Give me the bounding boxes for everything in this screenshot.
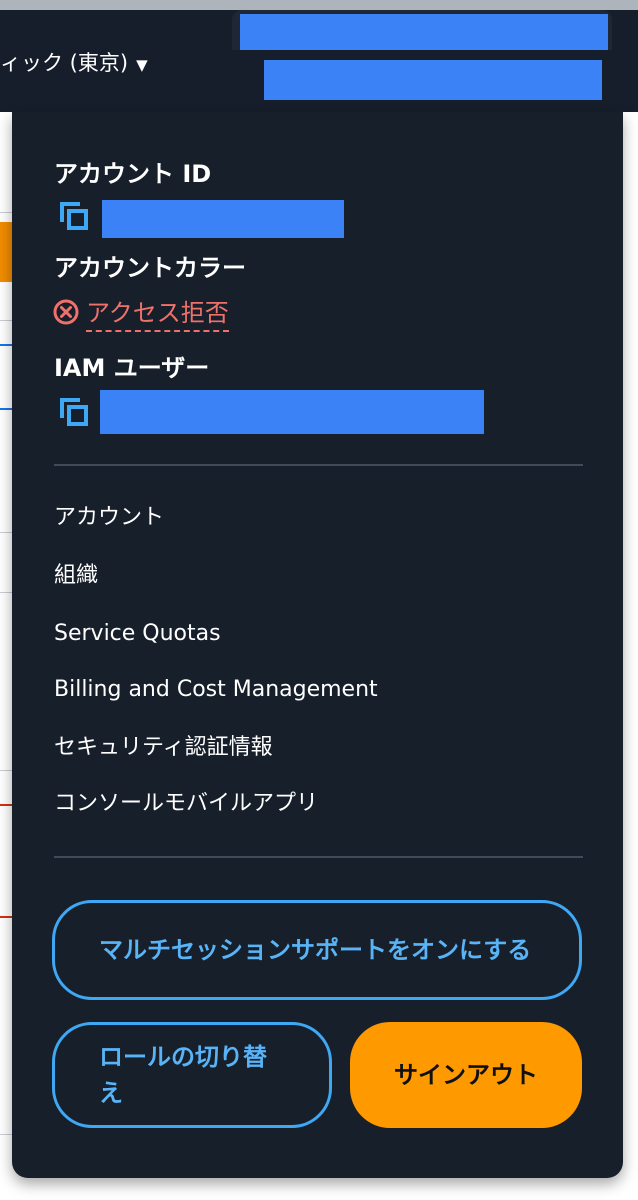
redacted-account-detail: [264, 60, 602, 100]
browser-edge: [0, 0, 638, 10]
page-divider: [0, 592, 12, 593]
redacted-iam-user: [100, 390, 484, 434]
access-denied-status: アクセス拒否: [52, 293, 229, 332]
menu-divider: [54, 856, 583, 858]
page-divider: [0, 770, 12, 771]
multi-session-button[interactable]: マルチセッションサポートをオンにする: [52, 900, 582, 1000]
page-divider: [0, 212, 12, 213]
error-circle-icon: [53, 299, 79, 325]
menu-item-organizations[interactable]: 組織: [54, 560, 98, 592]
page-divider: [0, 532, 12, 533]
region-selector[interactable]: ィック (東京) ▼: [0, 46, 148, 80]
copy-icon[interactable]: [58, 396, 90, 428]
iam-user-label: IAM ユーザー: [54, 354, 210, 382]
sign-out-button-label: サインアウト: [394, 1061, 538, 1089]
redacted-account-id: [102, 200, 344, 238]
page-link-marker: [0, 408, 12, 410]
switch-role-button[interactable]: ロールの切り替え: [52, 1022, 332, 1128]
access-denied-text: アクセス拒否: [86, 293, 229, 332]
top-header: ィック (東京) ▼: [0, 0, 638, 112]
page-link-marker: [0, 344, 12, 346]
page-accent: [0, 222, 12, 282]
chevron-down-icon: ▼: [136, 56, 148, 74]
multi-session-button-label: マルチセッションサポートをオンにする: [99, 936, 532, 964]
copy-icon[interactable]: [58, 200, 90, 232]
page-divider: [0, 320, 12, 321]
menu-item-console-mobile-app[interactable]: コンソールモバイルアプリ: [54, 788, 318, 820]
switch-role-button-label: ロールの切り替え: [99, 1043, 267, 1107]
account-color-label: アカウントカラー: [54, 254, 246, 282]
menu-item-account[interactable]: アカウント: [54, 502, 164, 534]
menu-divider: [54, 464, 583, 466]
page-error-marker: [0, 804, 12, 806]
account-dropdown-panel: アカウント ID アカウントカラー アクセス拒否 IAM ユーザー アカウント …: [12, 112, 623, 1178]
menu-item-security-credentials[interactable]: セキュリティ認証情報: [54, 732, 273, 764]
page-error-marker: [0, 916, 12, 918]
menu-item-billing[interactable]: Billing and Cost Management: [54, 674, 378, 706]
region-label: ィック (東京): [0, 51, 129, 75]
redacted-account-name: [240, 14, 608, 50]
menu-item-service-quotas[interactable]: Service Quotas: [54, 618, 221, 650]
page-divider: [0, 1134, 12, 1135]
sign-out-button[interactable]: サインアウト: [350, 1022, 582, 1128]
account-id-label: アカウント ID: [54, 160, 212, 188]
